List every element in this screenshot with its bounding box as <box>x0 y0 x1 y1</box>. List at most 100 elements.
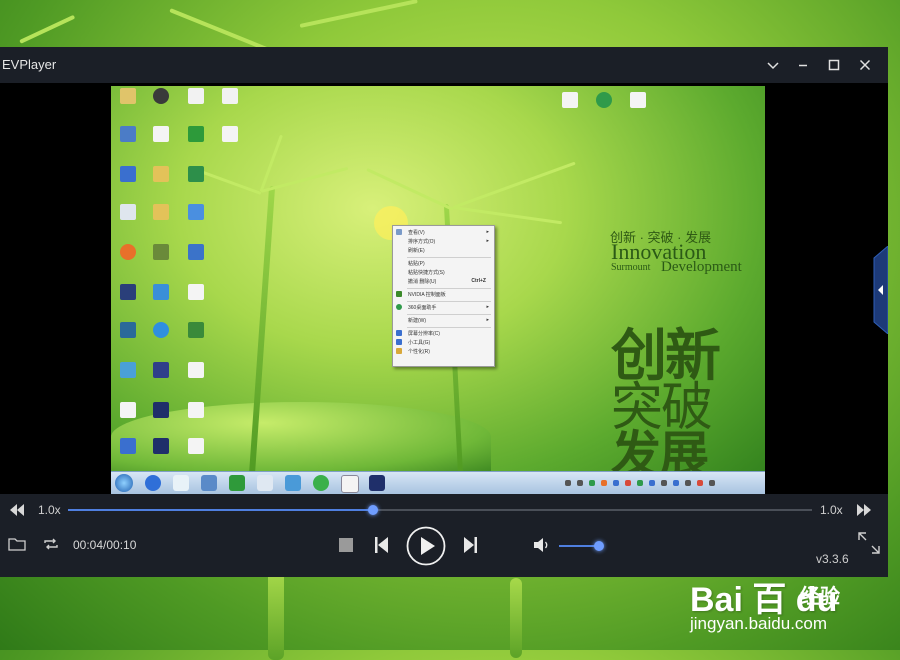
stop-button[interactable] <box>339 538 353 552</box>
wallpaper-leaf <box>299 0 418 28</box>
context-menu-item: 小工具(G) <box>393 338 494 347</box>
desktop-icon <box>111 88 145 111</box>
start-orb-icon <box>115 474 133 492</box>
video-leaf <box>452 206 563 225</box>
video-leaf <box>260 166 349 193</box>
wallpaper-slogan-en-sub-b: Development <box>661 259 742 275</box>
speed-up-button[interactable] <box>856 503 872 517</box>
speed-label-right: 1.0x <box>820 503 843 517</box>
minimize-button[interactable] <box>793 55 813 75</box>
system-tray <box>555 472 765 494</box>
skip-previous-icon <box>375 537 388 553</box>
context-menu-item: 屏幕分辨率(C) <box>393 329 494 338</box>
title-bar: EVPlayer <box>0 47 888 83</box>
taskbar-app-icon <box>229 475 245 491</box>
slow-down-button[interactable] <box>9 503 25 517</box>
seek-bar-handle[interactable] <box>368 505 379 515</box>
desktop-icon <box>553 92 587 115</box>
previous-button[interactable] <box>375 537 389 553</box>
context-menu-separator <box>407 288 491 289</box>
next-button[interactable] <box>463 537 477 553</box>
video-leaf <box>259 134 283 193</box>
context-menu-item: 查看(V) ▸ <box>393 228 494 237</box>
desktop-icon <box>179 166 213 189</box>
desktop-icon <box>111 438 145 461</box>
taskbar-app-icon <box>173 475 189 491</box>
volume-slider[interactable] <box>559 541 604 551</box>
seek-bar-progress <box>68 509 374 511</box>
chevron-left-icon <box>873 244 889 336</box>
desktop-icon <box>213 126 247 149</box>
loop-button[interactable] <box>42 536 60 552</box>
close-button[interactable] <box>855 55 875 75</box>
context-menu-separator <box>407 257 491 258</box>
desktop-icon <box>179 204 213 227</box>
playlist-toggle-tab[interactable] <box>866 244 889 336</box>
baidu-jingyan-url: jingyan.baidu.com <box>690 614 828 633</box>
context-menu-item: 刷新(E) <box>408 248 425 254</box>
wallpaper-stem <box>268 570 284 660</box>
minimize-icon <box>799 64 807 67</box>
maximize-button[interactable] <box>824 55 844 75</box>
close-icon <box>859 59 871 71</box>
maximize-icon <box>828 59 840 71</box>
desktop-icon <box>144 284 178 307</box>
taskbar-app-icon <box>201 475 217 491</box>
skip-next-icon <box>464 537 477 553</box>
baidu-jingyan-text: 经验 <box>800 586 840 608</box>
context-menu-separator <box>407 314 491 315</box>
fullscreen-button[interactable] <box>858 532 880 554</box>
video-frame[interactable]: 查看(V) ▸ 排序方式(O) ▸ 刷新(E) 粘贴(P) 粘贴快捷方式(S) 撤消… <box>111 86 765 494</box>
play-button[interactable] <box>406 526 446 566</box>
folder-icon <box>8 538 26 551</box>
volume-slider-handle[interactable] <box>593 541 604 551</box>
context-menu-item: 排序方式(O) ▸ <box>408 238 489 245</box>
taskbar-app-icon <box>145 475 161 491</box>
mute-button[interactable] <box>533 537 551 553</box>
desktop-icon <box>111 322 145 345</box>
context-menu-item: 粘贴(P) <box>408 261 425 267</box>
desktop-icon <box>179 438 213 461</box>
open-file-button[interactable] <box>8 537 26 551</box>
desktop-icon <box>111 166 145 189</box>
speed-label-left: 1.0x <box>38 503 61 517</box>
desktop-icon <box>144 402 178 425</box>
desktop-icon <box>111 284 145 307</box>
taskbar-app-icon <box>257 475 273 491</box>
taskbar-app-icon <box>313 475 329 491</box>
taskbar-app-icon <box>341 475 359 493</box>
context-menu-item: NVIDIA 控制面板 <box>393 290 494 299</box>
volume-icon <box>534 538 548 552</box>
desktop-icon <box>179 88 213 111</box>
window-title: EVPlayer <box>2 57 57 72</box>
loop-icon <box>44 538 58 550</box>
desktop-icon <box>111 244 145 267</box>
baidu-jingyan-watermark: Bai 百 du 经验 jingyan.baidu.com <box>690 572 885 650</box>
context-menu-item: 新建(W) ▸ <box>408 317 489 324</box>
desktop-icon <box>144 166 178 189</box>
desktop-icon <box>111 126 145 149</box>
desktop-icon <box>144 362 178 385</box>
desktop-icon <box>111 204 145 227</box>
taskbar-app-icon <box>369 475 385 491</box>
desktop-icon <box>179 284 213 307</box>
wallpaper-stem <box>510 578 522 658</box>
context-menu-separator <box>407 327 491 328</box>
playback-time: 00:04/00:10 <box>73 538 137 552</box>
desktop-context-menu: 查看(V) ▸ 排序方式(O) ▸ 刷新(E) 粘贴(P) 粘贴快捷方式(S) 撤消… <box>392 225 495 367</box>
desktop-icon <box>179 244 213 267</box>
desktop-icon <box>621 92 655 115</box>
wallpaper-big-text: 创新 <box>611 324 721 387</box>
context-menu-separator <box>407 301 491 302</box>
context-menu-item: 粘贴快捷方式(S) <box>408 270 445 276</box>
desktop-icon <box>179 402 213 425</box>
desktop-icon <box>144 438 178 461</box>
version-label: v3.3.6 <box>816 552 849 566</box>
playback-controls: 1.0x 1.0x 00:04/00:10 v3.3.6 <box>0 494 888 577</box>
desktop-icon <box>213 88 247 111</box>
chevron-down-icon <box>767 62 779 70</box>
fullscreen-icon <box>858 532 880 554</box>
menu-dropdown-button[interactable] <box>763 55 783 75</box>
video-leaf <box>452 161 576 209</box>
seek-bar[interactable] <box>68 505 812 515</box>
